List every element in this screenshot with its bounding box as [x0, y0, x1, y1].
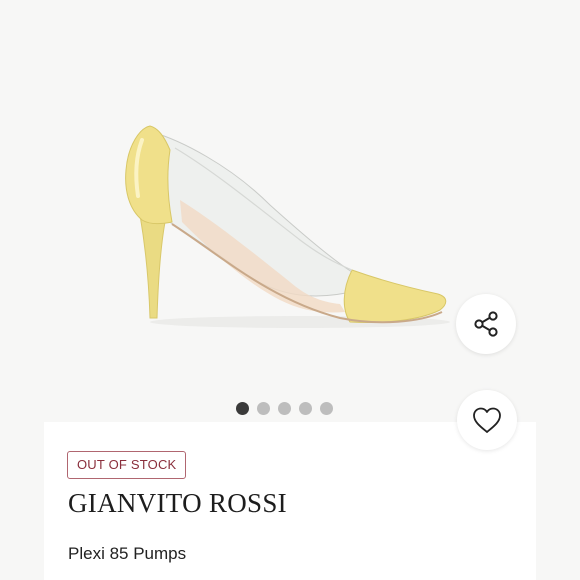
brand-name[interactable]: GIANVITO ROSSI	[68, 488, 287, 519]
pagination-dot[interactable]	[299, 401, 312, 415]
pagination-dot[interactable]	[320, 401, 333, 415]
share-icon	[474, 311, 498, 337]
product-image[interactable]	[0, 0, 580, 420]
share-button[interactable]	[456, 294, 516, 354]
product-title: Plexi 85 Pumps	[68, 544, 187, 563]
pagination-dot[interactable]	[236, 401, 249, 415]
pagination-dot[interactable]	[257, 401, 270, 415]
like-button[interactable]	[457, 390, 517, 450]
shoe-illustration	[125, 125, 450, 328]
product-info-card: OUT OF STOCK GIANVITO ROSSI Plexi 85 Pum…	[44, 422, 536, 580]
heart-icon	[473, 407, 501, 433]
product-screen: OUT OF STOCK GIANVITO ROSSI Plexi 85 Pum…	[0, 0, 580, 580]
image-pagination	[236, 401, 333, 415]
pagination-dot[interactable]	[278, 401, 291, 415]
status-badge: OUT OF STOCK	[67, 451, 187, 479]
